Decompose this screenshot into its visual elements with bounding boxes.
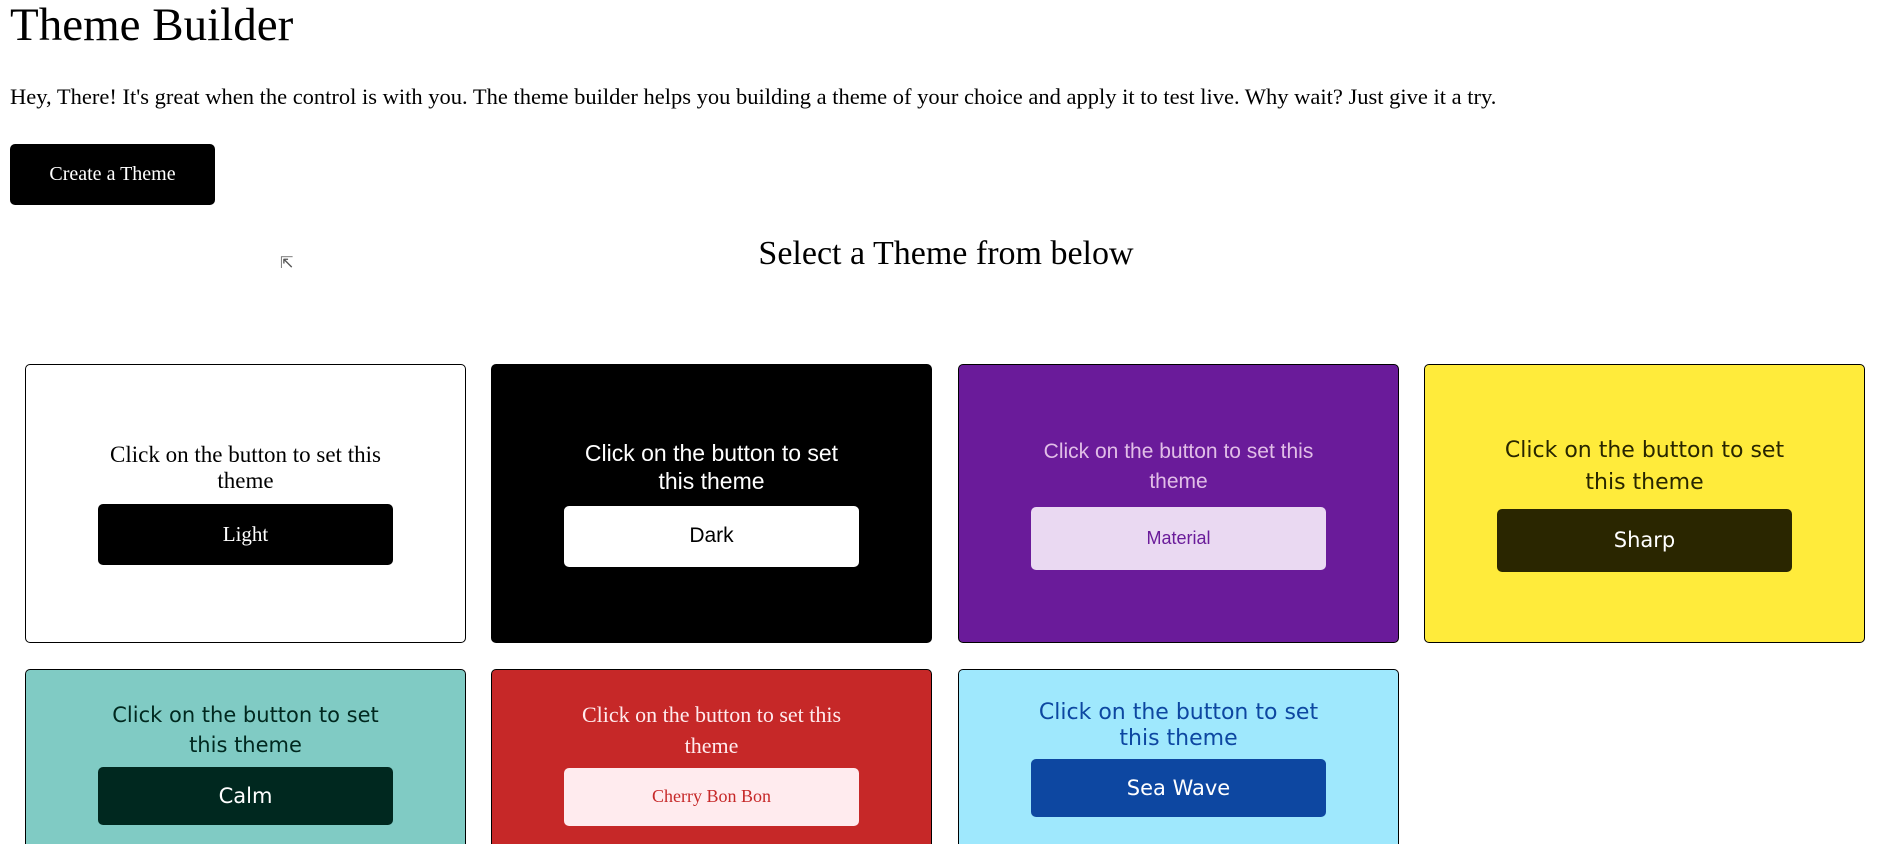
theme-card-sharp: Click on the button to set this theme Sh… — [1424, 364, 1865, 643]
theme-card-message: Click on the button to set this theme — [112, 703, 379, 758]
page-title: Theme Builder — [10, 0, 294, 51]
theme-card-dark: Click on the button to set this theme Da… — [491, 364, 932, 643]
theme-card-light: Click on the button to set this theme Li… — [25, 364, 466, 643]
theme-card-material: Click on the button to set this theme Ma… — [958, 364, 1399, 643]
theme-card-message: Click on the button to set this theme — [1043, 439, 1314, 493]
mouse-cursor-icon: ⇱ — [280, 255, 294, 272]
material-theme-button[interactable]: Material — [1031, 507, 1326, 571]
theme-card-message: Click on the button to set this theme — [584, 440, 839, 494]
theme-card-message: Click on the button to set this theme — [110, 441, 381, 493]
light-theme-button[interactable]: Light — [98, 504, 393, 566]
sharp-theme-button[interactable]: Sharp — [1497, 508, 1792, 572]
sea-wave-theme-button[interactable]: Sea Wave — [1031, 758, 1326, 817]
theme-card-sea-wave: Click on the button to set this theme Se… — [958, 669, 1399, 844]
intro-text: Hey, There! It's great when the control … — [10, 84, 1497, 109]
create-theme-button[interactable]: Create a Theme — [10, 144, 215, 205]
theme-card-cherry: Click on the button to set this theme Ch… — [491, 669, 932, 844]
dark-theme-button[interactable]: Dark — [564, 505, 859, 567]
theme-card-calm: Click on the button to set this theme Ca… — [25, 669, 466, 844]
calm-theme-button[interactable]: Calm — [98, 766, 393, 825]
theme-card-message: Click on the button to set this theme — [581, 702, 842, 758]
theme-card-message: Click on the button to set this theme — [1038, 700, 1319, 752]
theme-card-message: Click on the button to set this theme — [1504, 438, 1785, 495]
cherry-theme-button[interactable]: Cherry Bon Bon — [564, 767, 859, 826]
